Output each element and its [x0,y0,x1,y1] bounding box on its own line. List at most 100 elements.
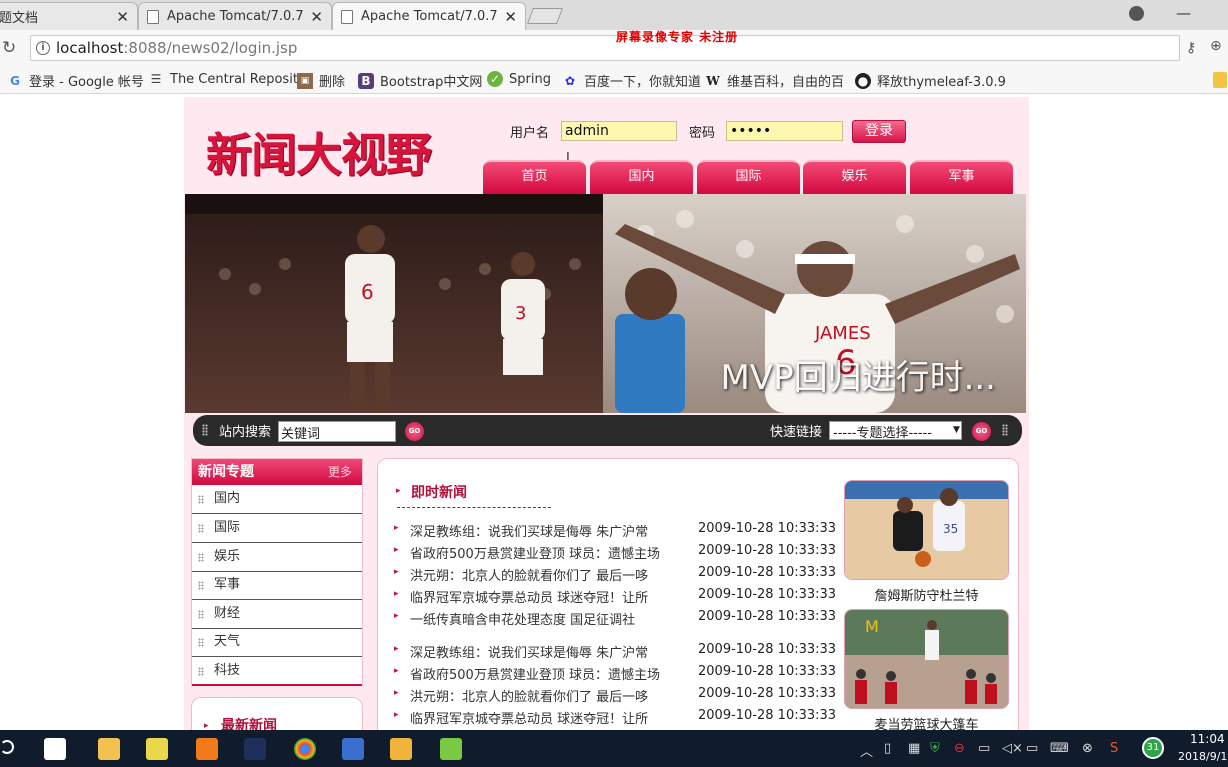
site-logo[interactable]: 新闻大视野 [206,119,432,185]
topic-select[interactable]: -----专题选择----- [829,421,962,441]
github-icon: ● [855,72,871,89]
reload-icon[interactable]: ↻ [2,38,16,58]
input-method-icon[interactable]: S [1110,741,1118,756]
network-icon[interactable]: ▦ [908,741,920,756]
arrow-icon: ▸ [204,721,209,730]
news-link[interactable]: 洪元朔：北京人的脸就看你们了 最后一哆 [410,565,648,584]
screen-recorder-icon[interactable] [440,738,462,760]
news-link[interactable]: 省政府500万悬赏建业登顶 球员：遗憾主场 [410,543,660,562]
notes-icon[interactable] [146,738,168,760]
folder-icon[interactable] [1213,72,1227,88]
clock-date[interactable]: 2018/9/1 [1178,750,1227,763]
minimize-icon[interactable]: — [1176,4,1191,22]
photo-caption[interactable]: 麦当劳篮球大篷车 [844,714,1009,730]
bookmark-spring[interactable]: ✓ Spring [487,71,551,87]
nav-home[interactable]: 首页 [483,160,586,194]
topic-item[interactable]: 天气 [192,628,362,657]
news-link[interactable]: 洪元朔：北京人的脸就看你们了 最后一哆 [410,686,648,705]
chevron-up-icon[interactable]: ︿ [860,741,873,760]
grip-icon [198,667,204,676]
topic-item[interactable]: 国际 [192,514,362,543]
usb-icon[interactable]: ▯ [884,741,891,756]
zoom-icon[interactable]: ⊕ [1210,38,1222,54]
nav-military[interactable]: 军事 [910,160,1013,194]
tab-document[interactable]: 题文档 ✕ [0,2,138,30]
news-link[interactable]: 深足教练组：说我们买球是侮辱 朱广沪常 [410,642,648,661]
new-tab-button[interactable] [527,8,563,24]
bookmark-label: The Central Reposit [170,71,298,87]
news-date: 2009-10-28 10:33:33 [698,664,837,679]
bootstrap-icon: B [358,72,374,89]
close-icon[interactable]: ✕ [504,8,517,26]
bookmark-central-repository[interactable]: ☰ The Central Reposit [148,71,298,87]
close-icon[interactable]: ✕ [310,8,323,26]
bookmark-google[interactable]: G 登录 - Google 帐号 [7,71,144,91]
latest-news-title: 最新新闻 [221,718,277,730]
quicklink-go-button[interactable]: GO [972,422,991,441]
app-icon[interactable] [342,738,364,760]
nav-international[interactable]: 国际 [697,160,800,194]
bookmark-baidu[interactable]: ✿ 百度一下，你就知道 [562,71,701,91]
basketball-photo: 35 [845,481,1008,579]
login-button[interactable]: 登录 [852,120,906,143]
topic-item[interactable]: 财经 [192,600,362,629]
topics-sidebar: 新闻专题 更多 国内 国际 娱乐 军事 财经 天气 科技 [191,458,363,686]
news-link[interactable]: 临界冠军京城夺票总动员 球迷夺冠！让所 [410,708,648,727]
banner-image[interactable]: 6 3 JAMES 6 MVP回归进行时... [185,194,1026,413]
shield-icon[interactable]: ⛨ [930,741,940,756]
keyword-input[interactable]: 关键词 [278,421,396,442]
topic-item[interactable]: 国内 [192,485,362,514]
close-icon[interactable]: ✕ [116,8,129,26]
topic-item[interactable]: 娱乐 [192,543,362,572]
key-icon[interactable]: ⚷ [1186,40,1196,56]
bookmark-thymeleaf[interactable]: ● 释放thymeleaf-3.0.9 [855,71,1006,90]
news-link[interactable]: 临界冠军京城夺票总动员 球迷夺冠！让所 [410,587,648,606]
account-icon[interactable] [1129,6,1144,21]
topic-item[interactable]: 军事 [192,571,362,600]
editor-icon[interactable] [244,738,266,760]
divider [397,507,551,508]
bookmark-delete[interactable]: ▣ 删除 [297,71,345,90]
username-label: 用户名 [510,126,550,141]
clock-time[interactable]: 11:04 [1190,732,1225,746]
task-view-icon[interactable] [44,738,66,760]
more-link[interactable]: 更多 [328,459,352,485]
grip-icon [198,495,204,504]
photo-caption[interactable]: 詹姆斯防守杜兰特 [844,585,1009,604]
topics-title: 新闻专题 [198,464,254,480]
keyboard-icon[interactable]: ⌨ [1050,741,1069,756]
bookmark-wikipedia[interactable]: W 维基百科，自由的百 [705,71,844,91]
info-icon[interactable]: i [36,41,50,55]
arrow-icon: ▸ [394,523,399,533]
volume-icon[interactable]: ◁× [1002,741,1023,756]
bookmarks-bar: G 登录 - Google 帐号 ☰ The Central Reposit ▣ 删除… [0,66,1228,94]
tab-tomcat-1[interactable]: Apache Tomcat/7.0.78 ✕ [138,2,332,30]
topic-item[interactable]: 科技 [192,657,362,686]
username-input[interactable]: admin [561,121,677,141]
bookmark-label: 释放thymeleaf-3.0.9 [877,75,1006,90]
news-link[interactable]: 省政府500万悬赏建业登顶 球员：遗憾主场 [410,664,660,683]
tab-title: Apache Tomcat/7.0.78 [361,9,499,24]
grip-icon [198,524,204,533]
battery-icon[interactable]: ▭ [978,741,990,756]
nav-entertainment[interactable]: 娱乐 [803,160,906,194]
slides-icon[interactable] [196,738,218,760]
stop-icon[interactable]: ⊖ [954,741,965,756]
file-explorer-icon[interactable] [98,738,120,760]
chrome-icon[interactable] [294,738,316,760]
display-icon[interactable]: ▭ [1026,741,1038,756]
search-go-button[interactable]: GO [405,422,424,441]
password-input[interactable]: ••••• [726,121,843,141]
news-photo[interactable]: 35 [844,480,1009,580]
nav-domestic[interactable]: 国内 [590,160,693,194]
close-icon[interactable]: ⊗ [1082,741,1093,756]
news-photo[interactable]: M [844,609,1009,709]
news-date: 2009-10-28 10:33:33 [698,587,837,602]
notification-badge[interactable]: 31 [1142,737,1164,759]
news-link[interactable]: 一纸传真暗含申花处理态度 国足征调社 [410,609,635,628]
bookmark-bootstrap[interactable]: B Bootstrap中文网 [358,71,482,90]
news-link[interactable]: 深足教练组：说我们买球是侮辱 朱广沪常 [410,521,648,540]
search-tool-icon[interactable] [390,738,412,760]
tab-tomcat-2[interactable]: Apache Tomcat/7.0.78 ✕ [332,2,526,30]
search-icon[interactable] [0,740,14,754]
